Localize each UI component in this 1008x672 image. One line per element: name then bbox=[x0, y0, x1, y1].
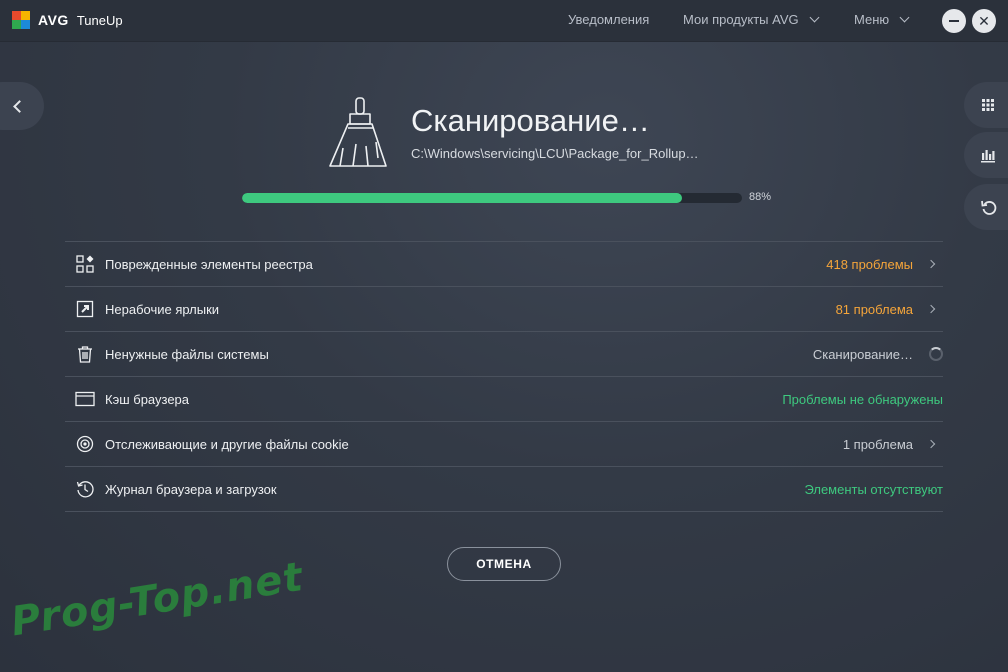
scan-title: Сканирование… bbox=[411, 103, 650, 138]
close-button[interactable]: ✕ bbox=[972, 9, 996, 33]
bar-chart-icon bbox=[981, 150, 995, 163]
close-icon: ✕ bbox=[978, 13, 990, 29]
nav-my-products[interactable]: Мои продукты AVG bbox=[683, 12, 820, 27]
registry-icon bbox=[75, 254, 95, 274]
undo-icon bbox=[981, 200, 997, 215]
result-status: 81 проблема bbox=[835, 301, 913, 317]
watermark-text: Prog-Top.net bbox=[8, 553, 307, 646]
scan-progress-bar bbox=[242, 193, 742, 203]
side-undo-button[interactable] bbox=[964, 184, 1008, 230]
chevron-down-icon bbox=[809, 12, 820, 23]
nav-my-products-label: Мои продукты AVG bbox=[683, 12, 799, 27]
result-label: Журнал браузера и загрузок bbox=[105, 481, 277, 497]
target-icon bbox=[75, 434, 95, 454]
history-icon bbox=[75, 479, 95, 499]
avg-logo: AVG TuneUp bbox=[12, 11, 123, 29]
browser-window-icon bbox=[75, 389, 95, 409]
scan-progress-percent: 88% bbox=[749, 191, 772, 203]
avg-logo-icon bbox=[12, 11, 32, 29]
result-status: 1 проблема bbox=[842, 436, 913, 452]
nav-menu-label: Меню bbox=[854, 12, 890, 27]
chevron-right-icon bbox=[926, 304, 936, 314]
result-row-browser-history[interactable]: Журнал браузера и загрузок Элементы отсу… bbox=[65, 467, 943, 512]
result-row-tracking-cookies[interactable]: Отслеживающие и другие файлы cookie 1 пр… bbox=[65, 422, 943, 467]
result-status: Сканирование… bbox=[812, 346, 913, 362]
side-stats-button[interactable] bbox=[964, 132, 1008, 178]
shortcut-icon bbox=[75, 299, 95, 319]
result-row-registry[interactable]: Поврежденные элементы реестра 418 пробле… bbox=[65, 242, 943, 287]
scan-results-list: Поврежденные элементы реестра 418 пробле… bbox=[65, 241, 943, 512]
result-row-system-junk[interactable]: Ненужные файлы системы Сканирование… bbox=[65, 332, 943, 377]
result-label: Ненужные файлы системы bbox=[105, 346, 269, 362]
logo-product: TuneUp bbox=[76, 12, 123, 28]
chevron-down-icon bbox=[899, 12, 910, 23]
trash-icon bbox=[75, 344, 95, 364]
scan-current-path: C:\Windows\servicing\LCU\Package_for_Rol… bbox=[411, 146, 699, 161]
scan-progress-fill bbox=[242, 193, 682, 203]
side-grid-button[interactable] bbox=[964, 82, 1008, 128]
nav-menu[interactable]: Меню bbox=[854, 12, 910, 27]
result-status: 418 проблемы bbox=[826, 256, 913, 272]
result-label: Поврежденные элементы реестра bbox=[105, 256, 313, 272]
title-bar: AVG TuneUp Уведомления Мои продукты AVG … bbox=[0, 0, 1008, 42]
minimize-icon bbox=[949, 20, 959, 22]
result-label: Нерабочие ярлыки bbox=[105, 301, 220, 317]
result-label: Кэш браузера bbox=[105, 391, 190, 407]
brush-icon bbox=[329, 97, 387, 167]
chevron-left-icon bbox=[13, 99, 26, 113]
result-status: Проблемы не обнаружены bbox=[782, 391, 943, 407]
minimize-button[interactable] bbox=[942, 9, 966, 33]
spinner-icon bbox=[929, 347, 943, 361]
cancel-button[interactable]: ОТМЕНА bbox=[447, 547, 561, 581]
result-row-browser-cache[interactable]: Кэш браузера Проблемы не обнаружены bbox=[65, 377, 943, 422]
grid-icon bbox=[982, 99, 994, 111]
back-button[interactable] bbox=[0, 82, 44, 130]
result-label: Отслеживающие и другие файлы cookie bbox=[105, 436, 349, 452]
chevron-right-icon bbox=[926, 259, 936, 269]
chevron-right-icon bbox=[926, 439, 936, 449]
nav-notifications-label: Уведомления bbox=[568, 12, 650, 27]
result-row-shortcuts[interactable]: Нерабочие ярлыки 81 проблема bbox=[65, 287, 943, 332]
nav-notifications[interactable]: Уведомления bbox=[568, 12, 649, 27]
logo-brand: AVG bbox=[38, 12, 69, 28]
result-status: Элементы отсутствуют bbox=[804, 481, 943, 497]
